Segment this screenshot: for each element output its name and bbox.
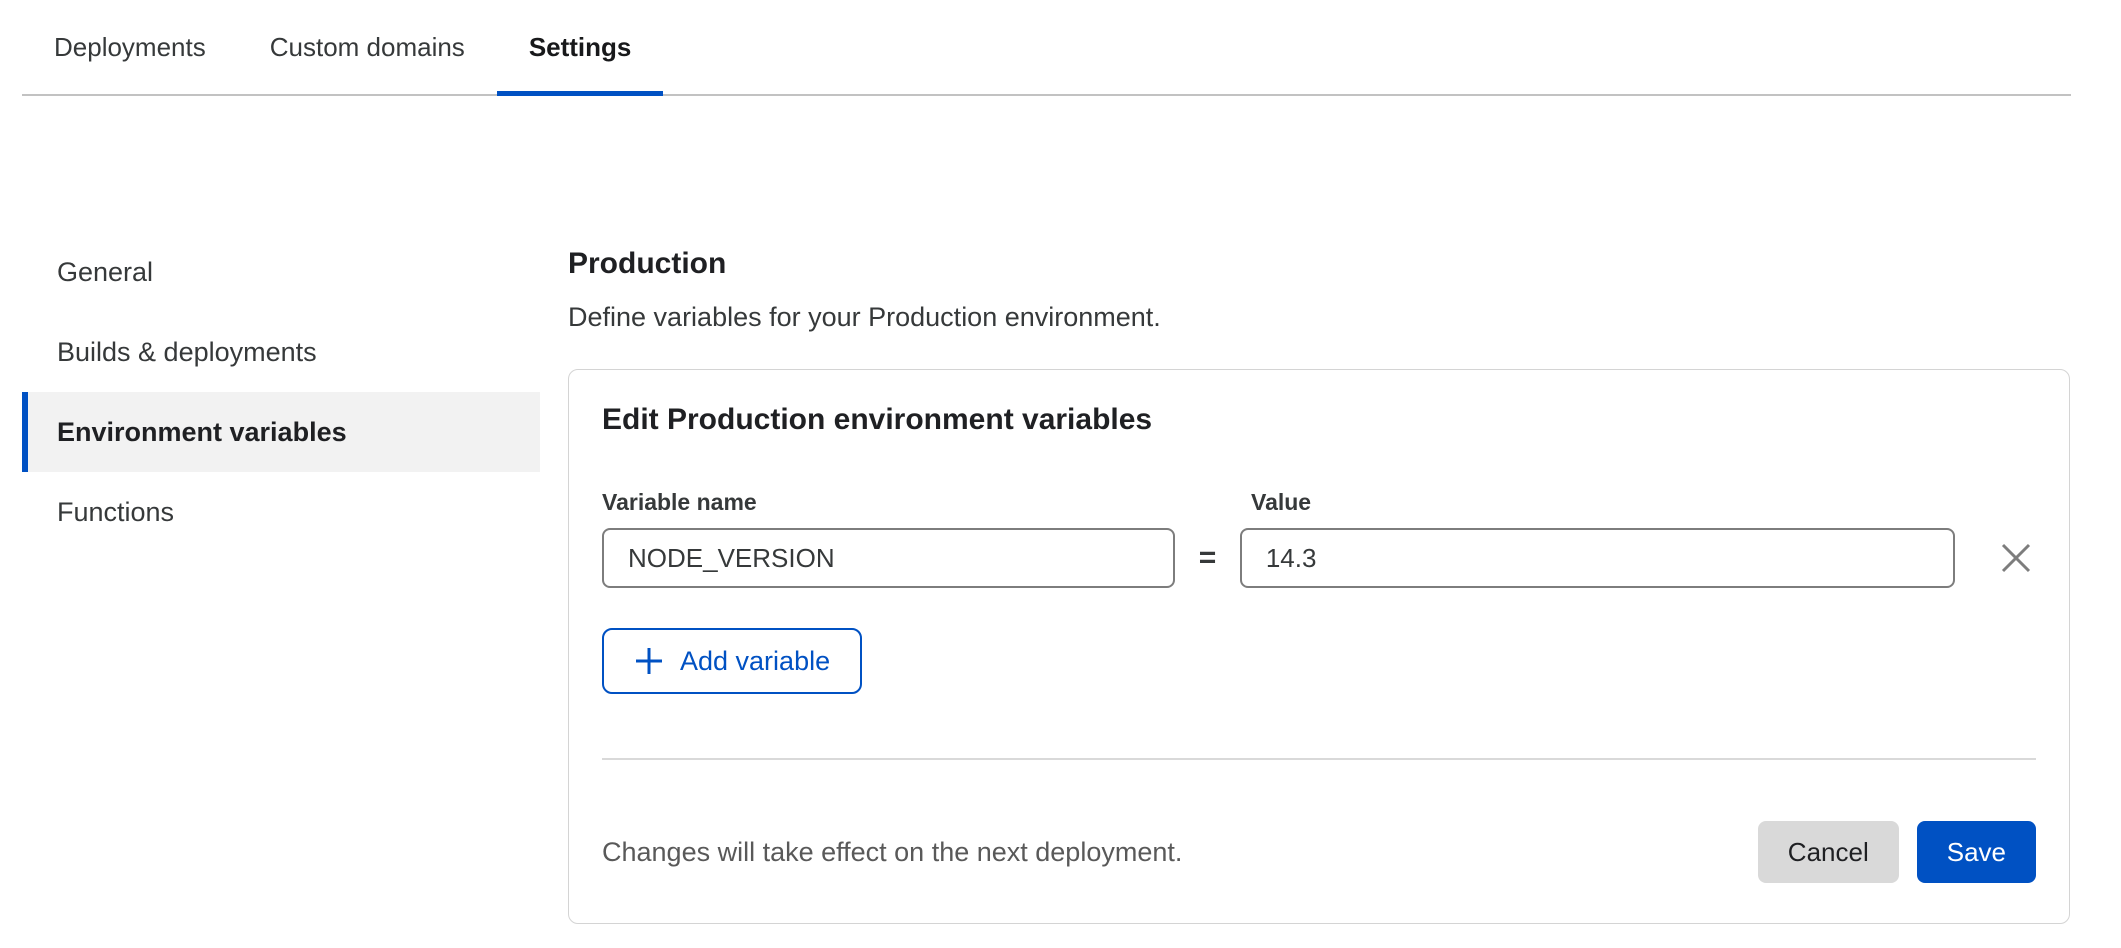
remove-variable-button[interactable] <box>1996 538 2036 578</box>
sidebar-item-environment-variables[interactable]: Environment variables <box>22 392 540 472</box>
section-subtitle: Define variables for your Production env… <box>568 302 2070 333</box>
add-variable-button[interactable]: Add variable <box>602 628 862 694</box>
value-input[interactable] <box>1240 528 1955 588</box>
footer-actions: Cancel Save <box>1758 821 2036 883</box>
card-heading: Edit Production environment variables <box>602 403 2036 437</box>
card-footer: Changes will take effect on the next dep… <box>602 821 2036 883</box>
tab-deployments[interactable]: Deployments <box>22 0 238 94</box>
cancel-button[interactable]: Cancel <box>1758 821 1899 883</box>
section-title: Production <box>568 244 2070 284</box>
value-label: Value <box>1243 489 1311 516</box>
main-panel: Production Define variables for your Pro… <box>568 232 2070 924</box>
env-vars-card: Edit Production environment variables Va… <box>568 369 2070 924</box>
sidebar-item-builds-deployments[interactable]: Builds & deployments <box>22 312 540 392</box>
variable-name-label: Variable name <box>602 489 1243 516</box>
page-tabbar: Deployments Custom domains Settings <box>22 0 2071 96</box>
card-divider <box>602 758 2036 760</box>
settings-sidebar: General Builds & deployments Environment… <box>22 232 540 924</box>
deployment-note: Changes will take effect on the next dep… <box>602 837 1182 868</box>
tab-custom-domains[interactable]: Custom domains <box>238 0 497 94</box>
add-variable-label: Add variable <box>680 646 830 677</box>
tab-settings[interactable]: Settings <box>497 0 664 94</box>
plus-icon <box>634 646 664 676</box>
sidebar-item-functions[interactable]: Functions <box>22 472 540 552</box>
equals-sign: = <box>1175 541 1240 575</box>
field-labels-row: Variable name Value <box>602 489 2036 516</box>
save-button[interactable]: Save <box>1917 821 2036 883</box>
sidebar-item-general[interactable]: General <box>22 232 540 312</box>
settings-content: General Builds & deployments Environment… <box>0 96 2121 924</box>
x-icon <box>1997 539 2035 577</box>
variable-row: = <box>602 528 2036 588</box>
variable-name-input[interactable] <box>602 528 1175 588</box>
